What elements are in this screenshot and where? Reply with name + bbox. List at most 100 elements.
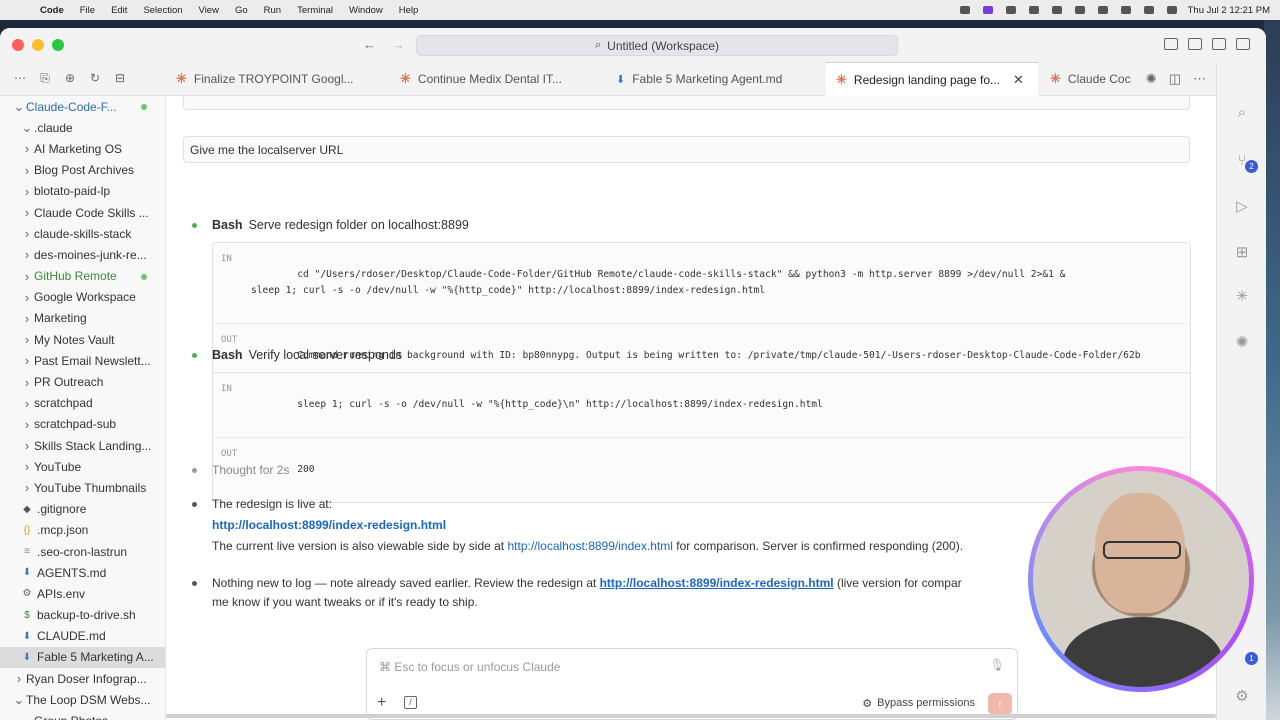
chevron-right-icon[interactable]: › bbox=[20, 332, 34, 347]
tree-item[interactable]: › des-moines-junk-re... bbox=[0, 244, 165, 265]
user-icon[interactable] bbox=[1119, 5, 1133, 15]
tree-item[interactable]: ⬇ AGENTS.md bbox=[0, 562, 165, 583]
customize-layout-icon[interactable] bbox=[1164, 38, 1178, 50]
menu-view[interactable]: View bbox=[199, 5, 219, 16]
tree-item[interactable]: › Ryan Doser Infograp... bbox=[0, 668, 165, 689]
tree-item[interactable]: › Marketing bbox=[0, 308, 165, 329]
slash-commands-button[interactable]: / bbox=[404, 696, 417, 709]
chevron-right-icon[interactable]: › bbox=[20, 438, 34, 453]
tree-item[interactable]: › YouTube Thumbnails bbox=[0, 477, 165, 498]
chevron-right-icon[interactable]: › bbox=[20, 269, 34, 284]
tree-item[interactable]: ⌄ Claude-Code-F... bbox=[0, 96, 165, 117]
openai-icon[interactable]: ✺ bbox=[1146, 71, 1157, 87]
tree-item[interactable]: › Skills Stack Landing... bbox=[0, 435, 165, 456]
new-folder-icon[interactable]: ⊕ bbox=[62, 71, 78, 86]
chevron-right-icon[interactable]: › bbox=[20, 205, 34, 220]
thought-summary[interactable]: Thought for 2s bbox=[212, 463, 289, 477]
tree-item[interactable]: › blotato-paid-lp bbox=[0, 181, 165, 202]
play-icon[interactable] bbox=[1027, 5, 1041, 15]
tab-continue-medix[interactable]: ✳ Continue Medix Dental IT... bbox=[390, 62, 612, 96]
live-url-link[interactable]: http://localhost:8899/index.html bbox=[507, 539, 672, 553]
run-debug-icon[interactable]: ▷ bbox=[1231, 196, 1253, 218]
chevron-right-icon[interactable]: › bbox=[20, 375, 34, 390]
search-icon[interactable]: ⌕ bbox=[1231, 102, 1253, 124]
tab-finalize-troypoint[interactable]: ✳ Finalize TROYPOINT Googl... bbox=[166, 62, 388, 96]
tree-item[interactable]: › AI Marketing OS bbox=[0, 138, 165, 159]
tree-item[interactable]: ⚙ APIs.env bbox=[0, 583, 165, 604]
menu-edit[interactable]: Edit bbox=[111, 5, 127, 16]
minimize-window-button[interactable] bbox=[32, 39, 44, 51]
tree-item[interactable]: › My Notes Vault bbox=[0, 329, 165, 350]
status-icon[interactable] bbox=[958, 5, 972, 15]
status-icon[interactable] bbox=[1004, 5, 1018, 15]
tree-item[interactable]: › claude-skills-stack bbox=[0, 223, 165, 244]
chevron-down-icon[interactable]: ⌄ bbox=[12, 99, 26, 115]
claude-icon[interactable]: ✳ bbox=[1231, 286, 1253, 308]
command-center[interactable]: ⌕ Untitled (Workspace) bbox=[416, 35, 898, 56]
tool-call-header[interactable]: Bash Serve redesign folder on localhost:8… bbox=[212, 218, 469, 232]
more-actions-icon[interactable]: ⋯ bbox=[1193, 71, 1206, 87]
menu-selection[interactable]: Selection bbox=[143, 5, 182, 16]
forward-arrow-icon[interactable]: → bbox=[392, 37, 405, 52]
control-center-icon[interactable] bbox=[1142, 5, 1156, 15]
tree-item[interactable]: › Claude Code Skills ... bbox=[0, 202, 165, 223]
collapse-all-icon[interactable]: ⊟ bbox=[112, 71, 128, 86]
more-actions-icon[interactable]: ⋯ bbox=[12, 71, 28, 86]
menu-file[interactable]: File bbox=[80, 5, 95, 16]
back-arrow-icon[interactable]: ← bbox=[363, 37, 376, 52]
redesign-url-link[interactable]: http://localhost:8899/index-redesign.htm… bbox=[600, 576, 834, 590]
toggle-secondary-sidebar-icon[interactable] bbox=[1236, 38, 1250, 50]
chevron-down-icon[interactable]: ⌄ bbox=[12, 692, 26, 708]
toggle-primary-sidebar-icon[interactable] bbox=[1188, 38, 1202, 50]
chevron-right-icon[interactable]: › bbox=[20, 417, 34, 432]
chevron-right-icon[interactable]: › bbox=[20, 311, 34, 326]
settings-gear-icon[interactable]: ⚙ bbox=[1231, 686, 1253, 708]
chevron-right-icon[interactable]: › bbox=[20, 396, 34, 411]
menu-run[interactable]: Run bbox=[264, 5, 281, 16]
chevron-right-icon[interactable]: › bbox=[20, 163, 34, 178]
chevron-down-icon[interactable]: ⌄ bbox=[20, 120, 34, 136]
bypass-permissions-toggle[interactable]: ⚙ Bypass permissions bbox=[862, 697, 975, 710]
new-file-icon[interactable]: ⎘ bbox=[37, 71, 53, 86]
menu-app-name[interactable]: Code bbox=[40, 5, 64, 16]
tree-item[interactable]: › GitHub Remote bbox=[0, 266, 165, 287]
microphone-icon[interactable]: 🎙 bbox=[990, 658, 1005, 672]
chevron-right-icon[interactable]: › bbox=[20, 141, 34, 156]
tree-item[interactable]: › YouTube bbox=[0, 456, 165, 477]
openai-icon[interactable]: ✺ bbox=[1231, 332, 1253, 354]
battery-icon[interactable] bbox=[1050, 5, 1064, 15]
tree-item[interactable]: Group Photos bbox=[0, 710, 165, 720]
tree-item[interactable]: › scratchpad-sub bbox=[0, 414, 165, 435]
menu-terminal[interactable]: Terminal bbox=[297, 5, 333, 16]
chevron-right-icon[interactable]: › bbox=[12, 671, 26, 686]
tab-fable-marketing[interactable]: ⬇ Fable 5 Marketing Agent.md bbox=[606, 62, 826, 96]
tree-item[interactable]: ◆ .gitignore bbox=[0, 499, 165, 520]
chevron-right-icon[interactable]: › bbox=[20, 353, 34, 368]
chevron-right-icon[interactable]: › bbox=[20, 290, 34, 305]
tab-redesign-landing[interactable]: ✳ Redesign landing page fo... ✕ bbox=[826, 62, 1038, 96]
extensions-icon[interactable]: ⊞ bbox=[1231, 242, 1253, 264]
tree-item[interactable]: ⌄ .claude bbox=[0, 117, 165, 138]
tree-item[interactable]: {} .mcp.json bbox=[0, 520, 165, 541]
chevron-right-icon[interactable]: › bbox=[20, 480, 34, 495]
redesign-url-link[interactable]: http://localhost:8899/index-redesign.htm… bbox=[212, 518, 446, 532]
tree-item[interactable]: › Google Workspace bbox=[0, 287, 165, 308]
tab-claude-code[interactable]: ✳ Claude Coc bbox=[1040, 62, 1136, 96]
tree-item[interactable]: › Blog Post Archives bbox=[0, 160, 165, 181]
chevron-right-icon[interactable]: › bbox=[20, 247, 34, 262]
zoom-window-button[interactable] bbox=[52, 39, 64, 51]
tree-item[interactable]: ⌄ The Loop DSM Webs... bbox=[0, 689, 165, 710]
tree-item[interactable]: › scratchpad bbox=[0, 393, 165, 414]
close-tab-icon[interactable]: ✕ bbox=[1013, 72, 1024, 88]
close-window-button[interactable] bbox=[12, 39, 24, 51]
chevron-right-icon[interactable]: › bbox=[20, 184, 34, 199]
menu-window[interactable]: Window bbox=[349, 5, 383, 16]
screen-record-icon[interactable] bbox=[981, 5, 995, 15]
search-icon[interactable] bbox=[1096, 5, 1110, 15]
refresh-icon[interactable]: ↻ bbox=[87, 71, 103, 86]
toggle-panel-icon[interactable] bbox=[1212, 38, 1226, 50]
siri-icon[interactable] bbox=[1165, 5, 1179, 15]
horizontal-scrollbar[interactable] bbox=[166, 714, 1216, 718]
tree-item[interactable]: › Past Email Newslett... bbox=[0, 350, 165, 371]
tree-item[interactable]: ⬇ Fable 5 Marketing A... bbox=[0, 646, 165, 669]
